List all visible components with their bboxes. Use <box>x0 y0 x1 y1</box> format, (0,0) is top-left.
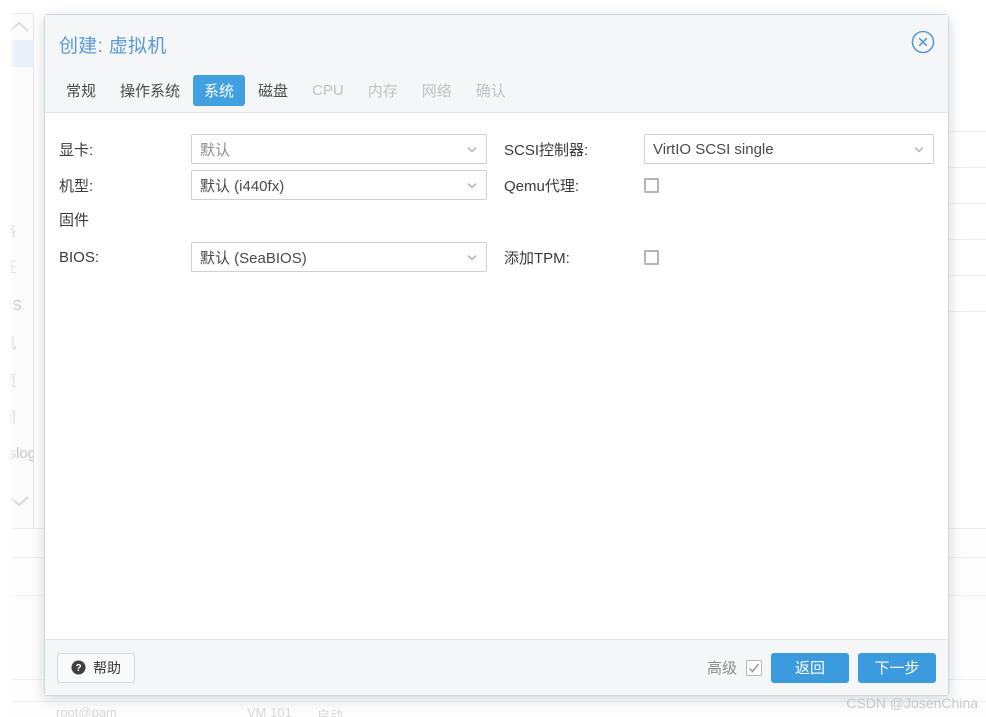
machine-select[interactable]: 默认 (i440fx) <box>191 170 487 200</box>
qemu-agent-checkbox[interactable] <box>644 177 659 193</box>
background-sidebar-selected-row <box>0 40 34 67</box>
dialog-footer: ? 帮助 高级 返回 下一步 <box>45 639 948 695</box>
field-machine: 机型: 默认 (i440fx) <box>59 167 487 203</box>
background-nav-label: 证 <box>1 259 17 276</box>
qemu-agent-label: Qemu代理: <box>504 177 580 195</box>
right-column-spacer <box>504 203 934 239</box>
machine-label: 机型: <box>59 177 94 195</box>
background-divider <box>0 701 986 702</box>
background-nav-label: 间 <box>1 409 17 426</box>
chevron-down-icon[interactable] <box>2 490 32 512</box>
screen: 络 证 NS 机 项 间 yslog root@pam VM 101 启动 创建… <box>0 0 986 717</box>
bios-select[interactable]: 默认 (SeaBIOS) <box>191 242 487 272</box>
close-circle-icon[interactable] <box>910 29 936 55</box>
question-circle-icon: ? <box>71 660 86 675</box>
background-table-row <box>950 132 986 168</box>
tab-disks[interactable]: 磁盘 <box>247 75 299 106</box>
background-table-row <box>950 204 986 240</box>
scsi-controller-select[interactable]: VirtIO SCSI single <box>644 134 934 164</box>
firmware-section-label: 固件 <box>59 212 90 229</box>
background-nav-item-5[interactable]: 间 <box>0 404 34 432</box>
chevron-down-icon <box>465 250 479 264</box>
chevron-down-icon <box>465 142 479 156</box>
watermark: CSDN @JosenChina <box>846 695 978 711</box>
background-table-row <box>950 276 986 312</box>
create-vm-dialog: 创建: 虚拟机 常规 操作系统 系统 磁盘 CPU 内存 网络 确认 显卡: 默… <box>44 14 949 696</box>
tab-network: 网络 <box>421 83 452 100</box>
dialog-tabbar: 常规 操作系统 系统 磁盘 CPU 内存 网络 确认 <box>45 69 948 113</box>
svg-text:?: ? <box>75 663 81 674</box>
background-vmid-text: VM 101 <box>247 705 292 717</box>
graphic-card-select[interactable]: 默认 <box>191 134 487 164</box>
background-nav-label: yslog <box>1 445 34 462</box>
tab-general[interactable]: 常规 <box>55 75 107 106</box>
bios-value: 默认 (SeaBIOS) <box>200 249 307 267</box>
dialog-title: 创建: 虚拟机 <box>59 36 167 57</box>
graphic-card-label: 显卡: <box>59 141 94 159</box>
tab-memory: 内存 <box>367 83 398 100</box>
field-add-tpm: 添加TPM: <box>504 239 934 275</box>
background-sidebar-topbar <box>0 0 34 14</box>
add-tpm-label: 添加TPM: <box>504 249 570 267</box>
advanced-checkbox[interactable] <box>746 659 762 676</box>
add-tpm-checkbox[interactable] <box>644 249 659 265</box>
help-button-label: 帮助 <box>93 659 121 676</box>
field-scsi-controller: SCSI控制器: VirtIO SCSI single <box>504 131 934 167</box>
background-nav-label: 机 <box>1 335 17 352</box>
background-nav-item-3[interactable]: 机 <box>0 330 34 358</box>
tab-os[interactable]: 操作系统 <box>109 75 191 106</box>
background-nav-item-6[interactable]: yslog <box>0 440 34 468</box>
form-left-column: 显卡: 默认 机型: 默认 (i440fx) 固件 BIOS: 默认 (SeaB… <box>59 131 487 275</box>
field-qemu-agent: Qemu代理: <box>504 167 934 203</box>
background-table-row <box>950 168 986 204</box>
tab-cpu: CPU <box>312 82 344 99</box>
background-nav-item-0[interactable]: 络 <box>0 218 34 246</box>
background-table-row <box>950 240 986 276</box>
background-nav-label: NS <box>1 297 22 314</box>
form-right-column: SCSI控制器: VirtIO SCSI single Qemu代理: 添加TP… <box>504 131 934 275</box>
footer-actions: 高级 返回 下一步 <box>706 652 936 683</box>
background-nav-item-4[interactable]: 项 <box>0 368 34 396</box>
tab-system[interactable]: 系统 <box>193 75 246 106</box>
graphic-card-value: 默认 <box>200 141 231 159</box>
background-nav-item-2[interactable]: NS <box>0 292 34 320</box>
chevron-down-icon <box>465 178 479 192</box>
background-user-text: root@pam <box>56 705 117 717</box>
chevron-down-icon <box>912 142 926 156</box>
background-nav-item-1[interactable]: 证 <box>0 254 34 282</box>
bios-label: BIOS: <box>59 248 100 266</box>
back-button[interactable]: 返回 <box>771 652 849 683</box>
system-form: 显卡: 默认 机型: 默认 (i440fx) 固件 BIOS: 默认 (SeaB… <box>59 131 934 275</box>
background-table-row <box>950 96 986 132</box>
machine-value: 默认 (i440fx) <box>200 177 285 195</box>
help-button[interactable]: ? 帮助 <box>57 652 135 683</box>
dialog-body: 显卡: 默认 机型: 默认 (i440fx) 固件 BIOS: 默认 (SeaB… <box>45 113 948 639</box>
scsi-controller-label: SCSI控制器: <box>504 141 589 159</box>
scsi-controller-value: VirtIO SCSI single <box>653 140 774 158</box>
advanced-label: 高级 <box>706 660 737 677</box>
background-status-text: 启动 <box>317 708 344 717</box>
background-nav-label: 项 <box>1 373 17 390</box>
chevron-up-icon[interactable] <box>2 16 32 38</box>
background-nav-label: 络 <box>1 223 17 240</box>
field-bios: BIOS: 默认 (SeaBIOS) <box>59 239 487 275</box>
background-table-rows <box>950 96 986 312</box>
tab-confirm: 确认 <box>475 83 506 100</box>
field-graphic-card: 显卡: 默认 <box>59 131 487 167</box>
dialog-header: 创建: 虚拟机 <box>45 15 948 69</box>
next-button[interactable]: 下一步 <box>858 652 936 683</box>
